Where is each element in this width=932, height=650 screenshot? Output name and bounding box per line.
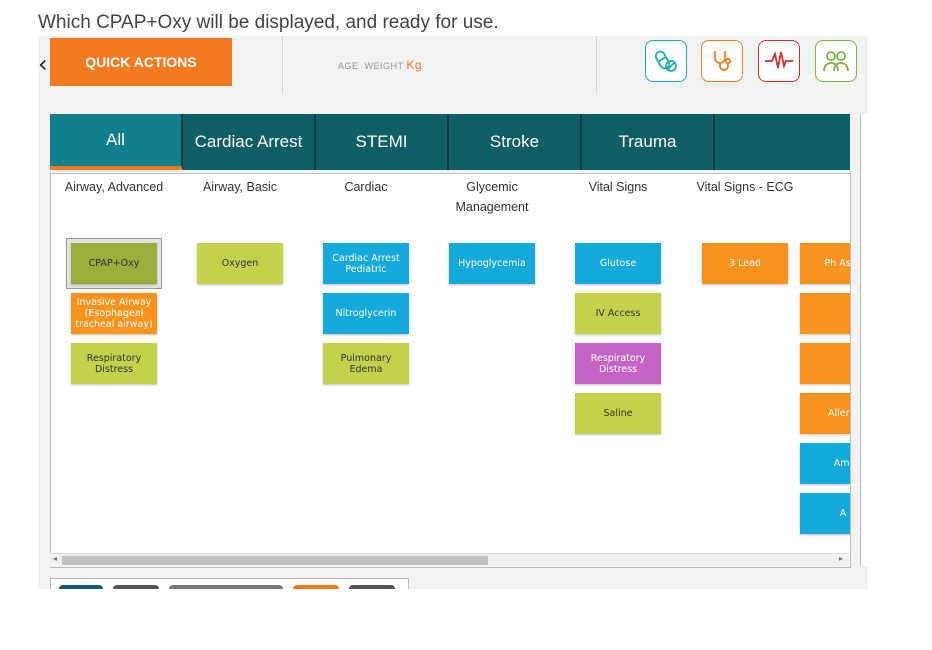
bottom-action-button[interactable] bbox=[59, 585, 103, 589]
protocol-button[interactable]: Cardiac Arrest Pediatric bbox=[323, 243, 409, 284]
protocol-button[interactable]: Nitroglycerin bbox=[323, 293, 409, 334]
bottom-action-button[interactable] bbox=[169, 585, 283, 589]
protocol-button[interactable]: Saline bbox=[575, 393, 661, 434]
column-header: Vital Signs bbox=[588, 180, 648, 194]
bottom-action-button[interactable] bbox=[113, 585, 159, 589]
protocol-button[interactable]: Glutose bbox=[575, 243, 661, 284]
protocol-button[interactable]: Hypoglycemia bbox=[449, 243, 535, 284]
medication-icon[interactable] bbox=[645, 40, 687, 82]
protocol-button[interactable]: Respiratory Distress bbox=[71, 343, 157, 384]
protocol-button[interactable]: Pulmonary Edema bbox=[323, 343, 409, 384]
column-header: Airway, Advanced bbox=[64, 180, 164, 194]
tab-cardiac-arrest[interactable]: Cardiac Arrest bbox=[183, 114, 316, 170]
age-label: AGE bbox=[338, 61, 359, 71]
weight-unit: Kg bbox=[406, 58, 423, 72]
tab-trauma[interactable]: Trauma bbox=[582, 114, 715, 170]
age-weight-display: AGE WEIGHT Kg bbox=[338, 58, 422, 72]
back-chevron-icon[interactable]: ‹ bbox=[38, 50, 48, 78]
category-tabs: All Cardiac Arrest STEMI Stroke Trauma bbox=[50, 114, 850, 170]
protocol-button[interactable]: Ami bbox=[800, 443, 850, 484]
patients-icon[interactable] bbox=[815, 40, 857, 82]
scroll-left-icon[interactable]: ◂ bbox=[53, 554, 57, 563]
bottom-action-button[interactable] bbox=[293, 585, 339, 589]
protocol-button[interactable] bbox=[800, 343, 850, 384]
app-window: ‹ QUICK ACTIONS AGE WEIGHT Kg All Cardiac… bbox=[38, 36, 868, 589]
stethoscope-icon[interactable] bbox=[701, 40, 743, 82]
protocol-button[interactable]: IV Access bbox=[575, 293, 661, 334]
column-header: Vital Signs - ECG bbox=[696, 180, 794, 194]
protocol-button[interactable] bbox=[800, 293, 850, 334]
protocol-button[interactable]: A bbox=[800, 493, 850, 534]
tab-all[interactable]: All bbox=[50, 114, 183, 170]
header-divider bbox=[282, 36, 283, 94]
protocol-button[interactable]: 3 Lead bbox=[702, 243, 788, 284]
tab-stemi[interactable]: STEMI bbox=[316, 114, 449, 170]
column-header: Glycemic Management bbox=[455, 180, 529, 214]
protocol-button[interactable]: CPAP+Oxy bbox=[71, 243, 157, 284]
tab-stroke[interactable]: Stroke bbox=[449, 114, 582, 170]
protocol-button[interactable]: Ph Asse bbox=[800, 243, 850, 284]
horizontal-scrollbar[interactable]: ◂ ▸ bbox=[50, 553, 849, 567]
column-header: Cardiac bbox=[344, 180, 388, 194]
side-panel-edge bbox=[860, 114, 868, 566]
column-header: Airway, Basic bbox=[202, 180, 278, 194]
scroll-right-icon[interactable]: ▸ bbox=[839, 554, 843, 563]
quick-actions-button[interactable]: QUICK ACTIONS bbox=[50, 38, 232, 86]
question-text: Which CPAP+Oxy will be displayed, and re… bbox=[38, 12, 499, 33]
scrollbar-thumb[interactable] bbox=[62, 556, 488, 565]
protocol-grid: Airway, Advanced CPAP+Oxy Invasive Airway … bbox=[50, 173, 851, 568]
ecg-icon[interactable] bbox=[758, 40, 800, 82]
bottom-action-button[interactable] bbox=[349, 585, 395, 589]
protocol-button[interactable]: Oxygen bbox=[197, 243, 283, 284]
protocol-button[interactable]: Respiratory Distress bbox=[575, 343, 661, 384]
weight-label: WEIGHT bbox=[364, 61, 404, 71]
bottom-toolbar bbox=[50, 578, 409, 589]
protocol-button[interactable]: Allergi bbox=[800, 393, 850, 434]
header-divider bbox=[596, 36, 597, 94]
protocol-button[interactable]: Invasive Airway (Esophageal tracheal air… bbox=[71, 293, 157, 334]
